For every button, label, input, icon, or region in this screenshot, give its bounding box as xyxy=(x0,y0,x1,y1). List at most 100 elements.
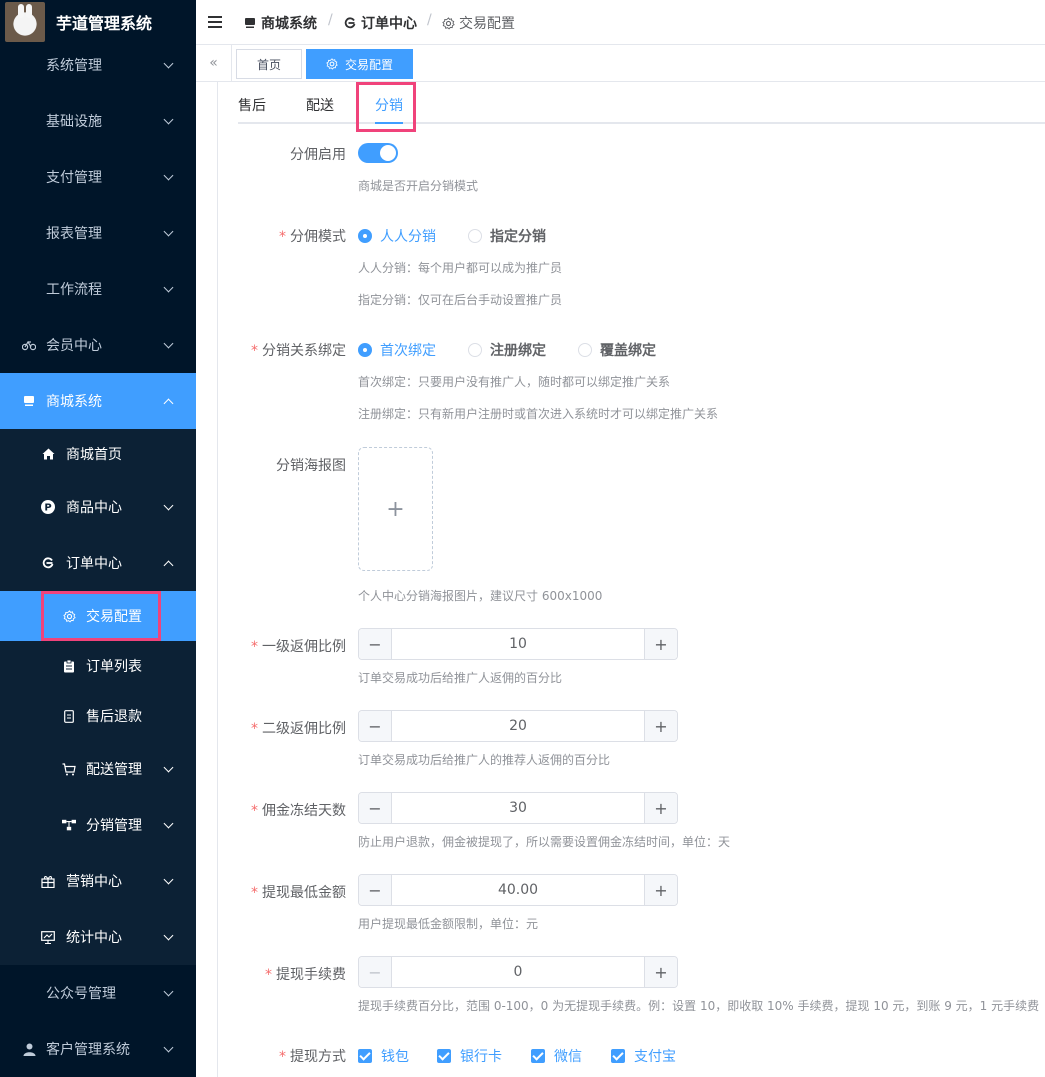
fee-input[interactable]: 0 xyxy=(392,957,644,987)
sidebar-item-delivery[interactable]: 配送管理 xyxy=(0,741,196,797)
chevron-down-icon xyxy=(163,930,174,941)
increase-button[interactable]: + xyxy=(644,875,677,905)
min-withdraw-stepper[interactable]: − 40.00 + xyxy=(358,874,678,906)
user-icon xyxy=(22,1042,36,1056)
tag-home[interactable]: 首页 xyxy=(236,49,302,79)
chevron-down-icon xyxy=(163,874,174,885)
hamburger-icon[interactable] xyxy=(208,16,222,28)
sidebar-item-statistics[interactable]: 统计中心 xyxy=(0,909,196,965)
bind-label: * 分销关系绑定 xyxy=(251,343,346,359)
plus-icon: + xyxy=(386,496,405,522)
decrease-button[interactable]: − xyxy=(359,711,392,741)
decrease-button[interactable]: − xyxy=(359,629,392,659)
checkbox-wechat[interactable]: 微信 xyxy=(531,1046,582,1066)
sidebar: 芋道管理系统 系统管理 基础设施 支付管理 报表管理 工作流程 会员中心 商城系… xyxy=(0,0,196,1077)
sidebar-item-label: 支付管理 xyxy=(46,170,102,186)
level2-input[interactable]: 20 xyxy=(392,711,644,741)
tag-trade-config[interactable]: 交易配置 xyxy=(306,49,413,79)
sidebar-item-product[interactable]: P 商品中心 xyxy=(0,479,196,535)
chevron-down-icon xyxy=(163,818,174,829)
checkbox-bank-card[interactable]: 银行卡 xyxy=(437,1046,502,1066)
mode-label: * 分佣模式 xyxy=(279,229,346,245)
enable-label: 分佣启用 xyxy=(290,147,346,163)
sidebar-item-mall[interactable]: 商城系统 xyxy=(0,373,196,429)
app-title: 芋道管理系统 xyxy=(56,14,153,33)
tab-aftersale[interactable]: 售后 xyxy=(238,95,266,115)
min-withdraw-input[interactable]: 40.00 xyxy=(392,875,644,905)
increase-button[interactable]: + xyxy=(644,629,677,659)
chevron-down-icon xyxy=(163,226,174,237)
level1-input[interactable]: 10 xyxy=(392,629,644,659)
frozen-days-input[interactable]: 30 xyxy=(392,793,644,823)
poster-label: 分销海报图 xyxy=(276,458,346,474)
chevron-down-icon xyxy=(163,762,174,773)
chevron-down-icon xyxy=(163,282,174,293)
level1-stepper[interactable]: − 10 + xyxy=(358,628,678,660)
radio-everyone[interactable]: 人人分销 xyxy=(358,226,436,246)
top-navbar: 商城系统 / 订单中心 / 交易配置 xyxy=(196,0,1045,44)
sidebar-item-label: 客户管理系统 xyxy=(46,1042,130,1058)
level2-stepper[interactable]: − 20 + xyxy=(358,710,678,742)
sidebar-item-infra[interactable]: 基础设施 xyxy=(0,93,196,149)
cart-icon xyxy=(62,762,76,776)
increase-button[interactable]: + xyxy=(644,711,677,741)
sidebar-item-order[interactable]: 订单中心 xyxy=(0,535,196,591)
sidebar-item-marketing[interactable]: 营销中心 xyxy=(0,853,196,909)
frozen-label: * 佣金冻结天数 xyxy=(251,803,346,819)
breadcrumb-label: 订单中心 xyxy=(361,16,417,32)
bicycle-icon xyxy=(22,338,36,352)
tree-icon xyxy=(62,818,76,832)
sidebar-item-member[interactable]: 会员中心 xyxy=(0,317,196,373)
decrease-button[interactable]: − xyxy=(359,793,392,823)
decrease-button[interactable]: − xyxy=(359,957,392,987)
shop-icon xyxy=(245,18,255,28)
product-p-icon: P xyxy=(41,500,55,514)
sidebar-item-workflow[interactable]: 工作流程 xyxy=(0,261,196,317)
order-icon xyxy=(41,556,55,570)
level1-hint: 订单交易成功后给推广人返佣的百分比 xyxy=(358,671,563,685)
tab-delivery[interactable]: 配送 xyxy=(306,95,334,115)
breadcrumb-separator: / xyxy=(427,12,432,28)
sidebar-item-order-list[interactable]: 订单列表 xyxy=(0,638,196,694)
tag-label: 交易配置 xyxy=(344,57,393,72)
radio-specified[interactable]: 指定分销 xyxy=(468,226,546,246)
brokerage-enable-switch[interactable] xyxy=(358,143,398,163)
chevron-down-icon xyxy=(163,338,174,349)
radio-override-bind[interactable]: 覆盖绑定 xyxy=(578,340,656,360)
level2-hint: 订单交易成功后给推广人的推荐人返佣的百分比 xyxy=(358,753,611,767)
highlight-box-sidebar xyxy=(41,591,161,641)
double-chevron-left-icon[interactable]: « xyxy=(196,45,232,81)
sidebar-item-crm[interactable]: 客户管理系统 xyxy=(0,1021,196,1077)
breadcrumb-item-order[interactable]: 订单中心 xyxy=(344,13,417,33)
chevron-up-icon xyxy=(163,560,174,571)
enable-hint: 商城是否开启分销模式 xyxy=(358,179,479,193)
sidebar-item-report[interactable]: 报表管理 xyxy=(0,205,196,261)
sidebar-item-brokerage[interactable]: 分销管理 xyxy=(0,797,196,853)
breadcrumb-item-mall[interactable]: 商城系统 xyxy=(244,13,317,33)
refund-icon xyxy=(62,709,76,723)
sidebar-item-label: 配送管理 xyxy=(86,762,142,778)
sidebar-item-aftersale[interactable]: 售后退款 xyxy=(0,688,196,744)
radio-first-bind[interactable]: 首次绑定 xyxy=(358,340,436,360)
poster-uploader[interactable]: + xyxy=(358,447,433,571)
fee-stepper[interactable]: − 0 + xyxy=(358,956,678,988)
sidebar-item-mp[interactable]: 公众号管理 xyxy=(0,965,196,1021)
increase-button[interactable]: + xyxy=(644,793,677,823)
sidebar-item-label: 分销管理 xyxy=(86,818,142,834)
sidebar-item-label: 报表管理 xyxy=(46,226,102,242)
sidebar-item-system[interactable]: 系统管理 xyxy=(0,37,196,93)
sidebar-item-label: 基础设施 xyxy=(46,114,102,130)
breadcrumb-item-current: 交易配置 xyxy=(442,13,515,33)
frozen-days-stepper[interactable]: − 30 + xyxy=(358,792,678,824)
chevron-down-icon xyxy=(163,170,174,181)
radio-register-bind[interactable]: 注册绑定 xyxy=(468,340,546,360)
mode-hint-1: 人人分销：每个用户都可以成为推广员 xyxy=(358,261,563,275)
sidebar-item-mall-home[interactable]: 商城首页 xyxy=(0,426,196,482)
level2-label: * 二级返佣比例 xyxy=(251,721,346,737)
sidebar-item-pay[interactable]: 支付管理 xyxy=(0,149,196,205)
decrease-button[interactable]: − xyxy=(359,875,392,905)
increase-button[interactable]: + xyxy=(644,957,677,987)
checkbox-alipay[interactable]: 支付宝 xyxy=(611,1046,676,1066)
sidebar-item-label: 商城首页 xyxy=(66,447,122,463)
checkbox-wallet[interactable]: 钱包 xyxy=(358,1046,409,1066)
